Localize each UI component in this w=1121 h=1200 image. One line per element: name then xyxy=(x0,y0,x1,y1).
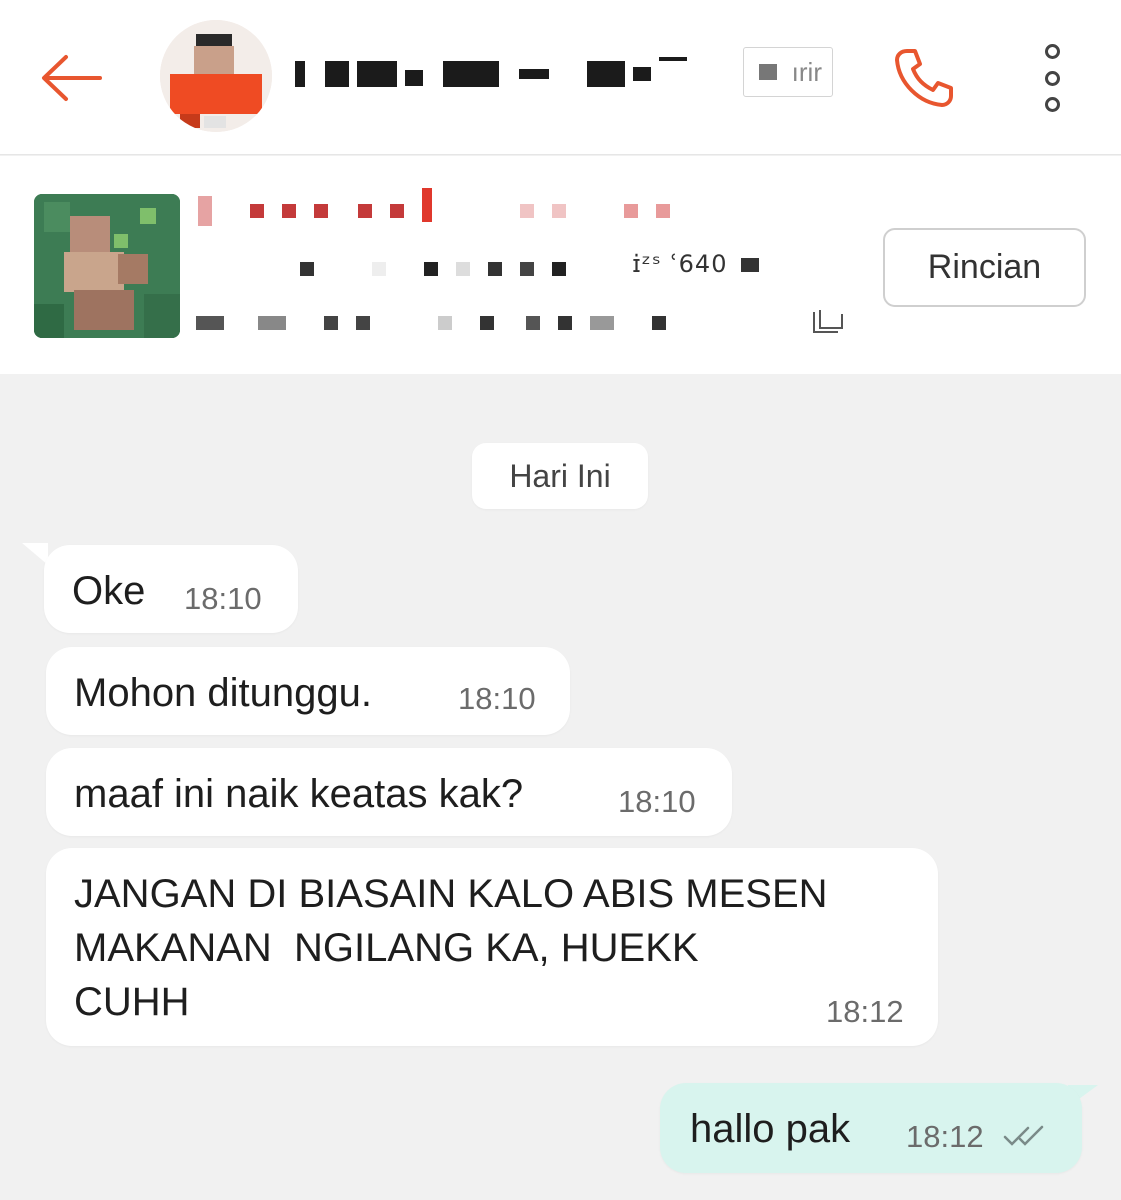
back-button[interactable] xyxy=(36,48,106,108)
message-time: 18:10 xyxy=(458,681,536,716)
message-bubble-incoming[interactable]: JANGAN DI BIASAIN KALO ABIS MESEN MAKANA… xyxy=(46,848,938,1046)
message-text: hallo pak xyxy=(690,1107,851,1151)
message-text-line: CUHH xyxy=(74,980,190,1024)
order-id-redacted xyxy=(196,316,666,330)
contact-avatar[interactable] xyxy=(160,20,272,132)
more-dot-icon xyxy=(1044,44,1060,59)
bubble-tail xyxy=(22,543,48,565)
order-summary: ɪ̇ᶻˢ ʿ640 Rincian xyxy=(0,156,1121,374)
more-dot-icon xyxy=(1044,70,1060,86)
chat-header: ırir xyxy=(0,0,1121,155)
order-price-redacted xyxy=(300,262,566,276)
message-time: 18:12 xyxy=(826,994,904,1029)
product-thumbnail[interactable] xyxy=(34,194,180,338)
seller-tag: ırir xyxy=(743,47,833,97)
copy-icon xyxy=(813,310,843,333)
message-text-line: JANGAN DI BIASAIN KALO ABIS MESEN xyxy=(74,872,828,916)
message-bubble-incoming[interactable]: maaf ini naik keatas kak? 18:10 xyxy=(46,748,732,836)
details-button[interactable]: Rincian xyxy=(883,228,1086,307)
message-text: Mohon ditunggu. xyxy=(74,671,373,715)
message-time: 18:10 xyxy=(184,581,262,616)
seller-tag-text: ırir xyxy=(791,56,822,87)
avatar-image xyxy=(160,20,272,132)
message-bubble-outgoing[interactable]: hallo pak 18:12 xyxy=(660,1083,1082,1173)
arrow-left-icon xyxy=(42,55,102,101)
phone-icon xyxy=(895,49,953,107)
message-bubble-incoming[interactable]: Mohon ditunggu. 18:10 xyxy=(46,647,570,735)
contact-name-redacted xyxy=(295,52,735,96)
more-dot-icon xyxy=(1044,97,1060,112)
product-image xyxy=(34,194,180,338)
date-divider: Hari Ini xyxy=(472,443,648,509)
order-title-redacted xyxy=(198,188,670,226)
message-text-line: MAKANAN NGILANG KA, HUEKK xyxy=(74,926,699,970)
read-double-check-icon xyxy=(1003,1125,1044,1146)
message-time: 18:12 xyxy=(906,1119,984,1154)
more-options-button[interactable] xyxy=(1030,40,1074,116)
order-partial-text: ɪ̇ᶻˢ ʿ640 xyxy=(632,250,760,279)
call-button[interactable] xyxy=(884,38,964,118)
tag-redacted-mark xyxy=(759,64,777,80)
message-text: maaf ini naik keatas kak? xyxy=(74,772,524,816)
message-text: Oke xyxy=(72,569,146,613)
message-bubble-incoming[interactable]: Oke 18:10 xyxy=(44,545,298,633)
message-time: 18:10 xyxy=(618,784,696,819)
copy-button[interactable] xyxy=(808,308,848,338)
